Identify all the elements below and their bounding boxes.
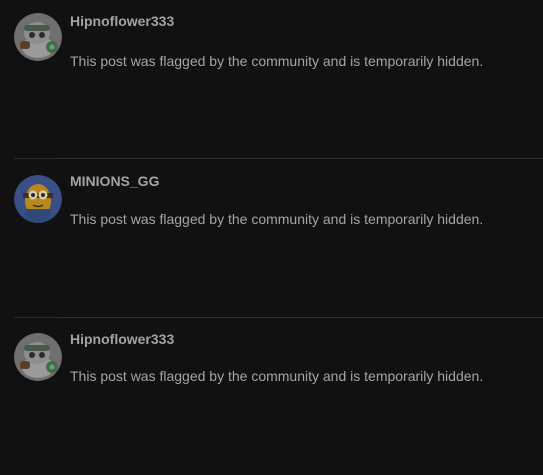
post-divider (58, 317, 543, 318)
post-divider-left (14, 317, 58, 318)
hipnoflower-avatar-icon (14, 333, 62, 381)
hipnoflower-avatar-icon (14, 13, 62, 61)
post-item: Hipnoflower333 This post was flagged by … (0, 319, 543, 475)
hidden-post-message: This post was flagged by the community a… (70, 53, 484, 69)
post-item: Hipnoflower333 This post was flagged by … (0, 0, 543, 160)
minion-avatar-icon (14, 175, 62, 223)
post-username[interactable]: Hipnoflower333 (70, 13, 174, 29)
post-username[interactable]: Hipnoflower333 (70, 331, 174, 347)
user-avatar[interactable] (14, 175, 62, 223)
post-item: MINIONS_GG This post was flagged by the … (0, 160, 543, 318)
post-username[interactable]: MINIONS_GG (70, 173, 159, 189)
hidden-post-message: This post was flagged by the community a… (70, 368, 484, 384)
user-avatar[interactable] (14, 13, 62, 61)
user-avatar[interactable] (14, 333, 62, 381)
post-divider-left (14, 158, 58, 159)
hidden-post-message: This post was flagged by the community a… (70, 211, 484, 227)
post-divider (58, 158, 543, 159)
